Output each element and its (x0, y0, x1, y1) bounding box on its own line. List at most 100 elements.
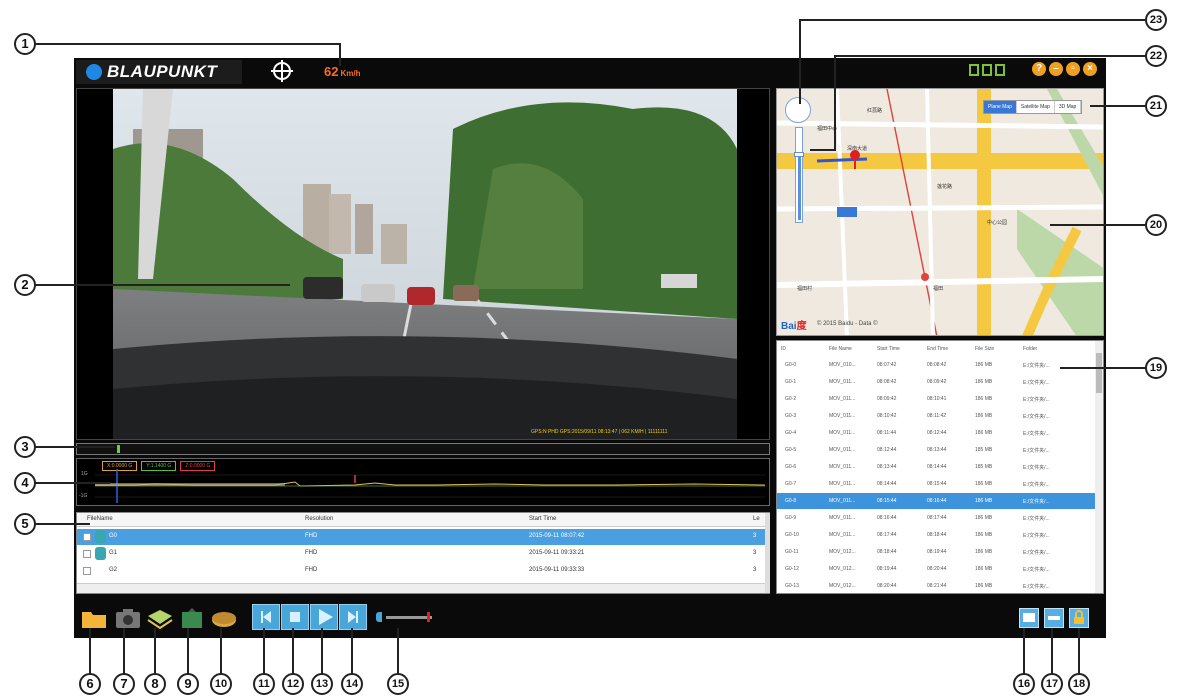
list-cell: 08:17:44 (877, 532, 897, 538)
list-cell: MOV_011... (829, 430, 856, 436)
list-cell: G0-3 (785, 413, 797, 419)
next-icon (348, 611, 358, 623)
map-zoom-slider[interactable] (794, 127, 804, 223)
column-header[interactable]: Start Time (877, 346, 900, 352)
list-cell: 08:11:42 (927, 413, 947, 419)
list-item[interactable]: G0-7 MOV_011... 08:14:44 08:15:44 186 MB E:/文… (777, 476, 1095, 492)
horizontal-scrollbar[interactable] (77, 583, 765, 593)
volume-slider[interactable] (386, 616, 432, 619)
map-pan-control[interactable] (785, 97, 811, 123)
list-cell: 08:15:44 (877, 498, 897, 504)
disk-button[interactable] (210, 606, 238, 630)
layout-full-icon[interactable] (995, 64, 1005, 76)
table-row[interactable]: G2 FHD 2015-09-11 09:33:33 3 (77, 563, 765, 579)
column-header[interactable]: File Size (975, 346, 994, 352)
list-scrollbar[interactable] (1095, 341, 1103, 593)
play-button[interactable] (310, 604, 338, 630)
layout-dual-icon[interactable] (982, 64, 992, 76)
vertical-scrollbar[interactable] (765, 513, 770, 593)
list-cell: 185 MB (975, 447, 993, 453)
close-icon[interactable]: × (1083, 62, 1097, 76)
zoom-level-fill (798, 154, 801, 220)
next-button[interactable] (339, 604, 367, 630)
list-cell: G0-12 (785, 566, 799, 572)
scroll-thumb[interactable] (1096, 353, 1102, 393)
column-header[interactable]: End Time (927, 346, 948, 352)
list-item[interactable]: G0-4 MOV_011... 08:11:44 08:12:44 186 MB E:/文… (777, 425, 1095, 441)
list-item[interactable]: G0-8 MOV_011... 08:15:44 08:16:44 186 MB E:/文… (777, 493, 1095, 509)
list-cell: 08:18:44 (927, 532, 947, 538)
column-header[interactable]: File Name (829, 346, 852, 352)
minimize-icon[interactable]: – (1049, 62, 1063, 76)
baidu-logo-a: Bai (781, 321, 797, 332)
list-cell: E:/文件夹/... (1023, 380, 1050, 386)
list-item[interactable]: G0-9 MOV_011... 08:16:44 08:17:44 186 MB E:/文… (777, 510, 1095, 526)
export-button[interactable] (178, 606, 206, 630)
list-cell: MOV_012... (829, 549, 856, 555)
map-label: 深南大道 (847, 146, 868, 152)
row-checkbox[interactable] (83, 567, 91, 575)
map-panel[interactable]: 深南大道 福田中心 福田 莲花路 红荔路 中心公园 福田村 Plane Map … (776, 88, 1104, 336)
callout-8: 8 (144, 673, 166, 695)
list-cell: G0-10 (785, 532, 799, 538)
lock-button[interactable] (1069, 608, 1089, 628)
column-header[interactable]: Resolution (305, 516, 333, 522)
zoom-handle[interactable] (794, 152, 804, 157)
column-header[interactable]: ID (781, 346, 786, 352)
progress-marker[interactable] (117, 445, 120, 453)
previous-button[interactable] (252, 604, 280, 630)
list-cell: 08:14:44 (927, 464, 947, 470)
speed-value: 62 (324, 64, 339, 79)
bottom-toolbar (74, 598, 1106, 638)
stop-button[interactable] (281, 604, 309, 630)
callout-16: 16 (1013, 673, 1035, 695)
list-item[interactable]: G0-12 MOV_012... 08:19:44 08:20:44 186 MB E:/… (777, 561, 1095, 577)
open-folder-button[interactable] (80, 606, 108, 630)
callout-22: 22 (1145, 45, 1167, 67)
list-item[interactable]: G0-11 MOV_012... 08:18:44 08:19:44 186 MB E:/… (777, 544, 1095, 560)
baidu-logo-b: 度 (796, 321, 807, 332)
3d-map-tab[interactable]: 3D Map (1055, 101, 1082, 113)
list-cell: MOV_011... (829, 515, 856, 521)
help-icon[interactable]: ? (1032, 62, 1046, 76)
list-item[interactable]: G0-2 MOV_011... 08:09:42 08:10:41 186 MB E:/文… (777, 391, 1095, 407)
map-label: 福田中心 (817, 126, 838, 132)
plane-map-tab[interactable]: Plane Map (984, 101, 1017, 113)
video-view[interactable]: GPS:N PHD GPS:2015/09/11 08:13:47 | 062 … (76, 88, 770, 440)
list-cell: G0-7 (785, 481, 797, 487)
volume-handle[interactable] (427, 612, 430, 622)
settings-button[interactable] (1044, 608, 1064, 628)
list-cell: 08:13:44 (877, 464, 897, 470)
progress-bar[interactable] (76, 443, 770, 455)
table-row[interactable]: G1 FHD 2015-09-11 09:33:21 3 (77, 546, 765, 562)
map-label: 莲花路 (937, 184, 953, 190)
column-header[interactable]: Folder (1023, 346, 1037, 352)
list-item[interactable]: G0-6 MOV_011... 08:13:44 08:14:44 185 MB E:/文… (777, 459, 1095, 475)
map-button[interactable] (146, 606, 174, 630)
row-checkbox[interactable] (83, 533, 91, 541)
list-cell: 08:09:42 (877, 396, 897, 402)
list-cell: E:/文件夹/... (1023, 533, 1050, 539)
satellite-map-tab[interactable]: Satellite Map (1017, 101, 1055, 113)
list-cell: 08:17:44 (927, 515, 947, 521)
column-header[interactable]: Start Time (529, 516, 556, 522)
list-item[interactable]: G0-3 MOV_011... 08:10:42 08:11:42 186 MB E:/文… (777, 408, 1095, 424)
fullscreen-button[interactable] (1019, 608, 1039, 628)
maximize-icon[interactable]: ▫ (1066, 62, 1080, 76)
list-cell: G0-6 (785, 464, 797, 470)
list-item[interactable]: G0-1 MOV_011... 08:08:42 08:09:42 186 MB E:/文… (777, 374, 1095, 390)
list-item[interactable]: G0-0 MOV_010... 08:07:42 08:08:42 186 MB E:/文… (777, 357, 1095, 373)
column-header[interactable]: FileName (87, 516, 113, 522)
list-item[interactable]: G0-5 MOV_011... 08:12:44 08:13:44 185 MB E:/文… (777, 442, 1095, 458)
list-cell: G0-13 (785, 583, 799, 589)
lock-icon (1074, 610, 1084, 624)
table-row[interactable]: G0 FHD 2015-09-11 08:07:42 3 (77, 529, 765, 545)
list-item[interactable]: G0-10 MOV_011... 08:17:44 08:18:44 186 MB E:/… (777, 527, 1095, 543)
layout-single-icon[interactable] (969, 64, 979, 76)
snapshot-button[interactable] (114, 606, 142, 630)
column-header[interactable]: Le (753, 516, 760, 522)
row-checkbox[interactable] (83, 550, 91, 558)
list-item[interactable]: G0-13 MOV_012... 08:20:44 08:21:44 186 MB E:/… (777, 578, 1095, 593)
table-cell: 2015-09-11 09:33:33 (529, 567, 585, 573)
table-header: FileName Resolution Start Time Le (77, 513, 765, 527)
